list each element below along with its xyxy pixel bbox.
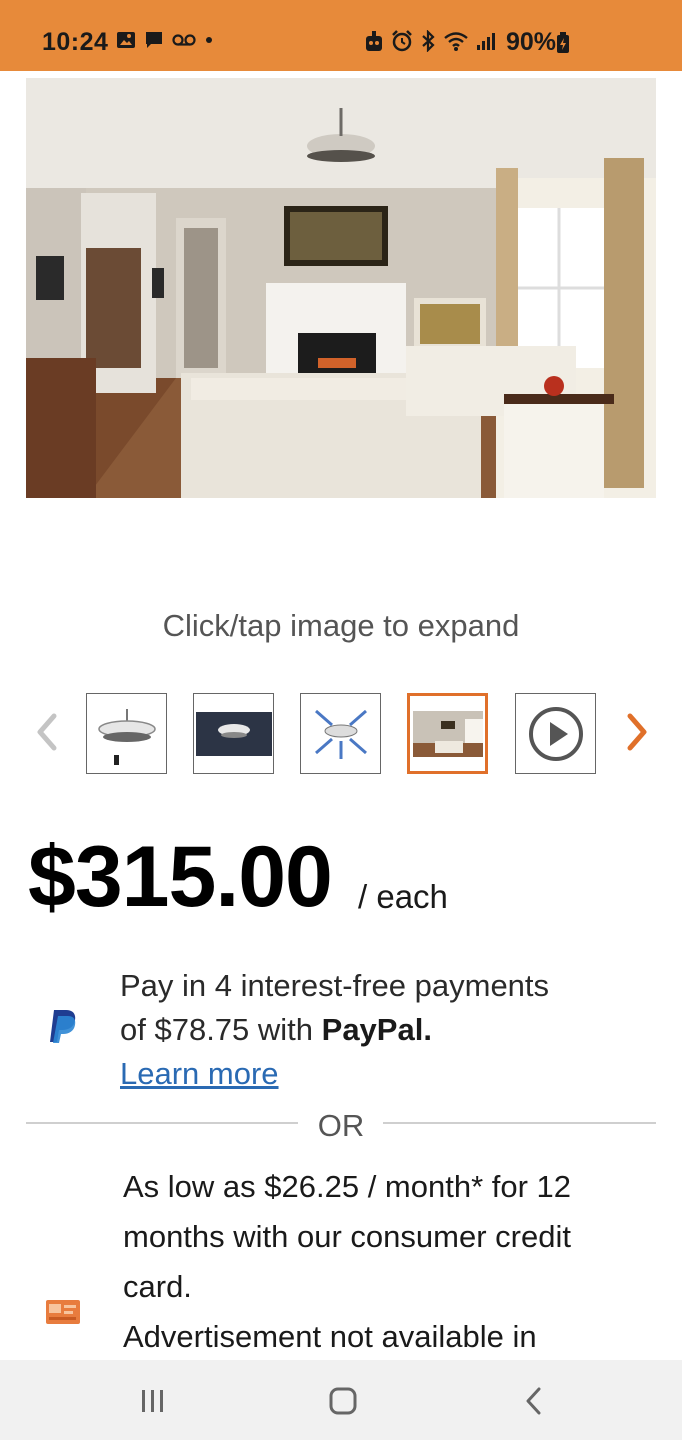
thumbnail-4[interactable]	[407, 693, 488, 774]
paypal-icon	[50, 1010, 76, 1043]
divider-line-right	[383, 1122, 656, 1124]
carousel-next-button[interactable]	[620, 710, 654, 754]
status-system-icons	[364, 30, 498, 52]
system-navigation-bar	[0, 1360, 682, 1440]
thumbnail-1[interactable]	[86, 693, 167, 774]
product-hero-image[interactable]	[26, 78, 656, 498]
credit-card-offer: As low as $26.25 / month* for 12 months …	[0, 1162, 682, 1362]
carousel-prev-button[interactable]	[30, 710, 64, 754]
fan-product-icon	[97, 708, 156, 765]
message-icon	[146, 32, 162, 48]
or-label: OR	[317, 1108, 365, 1143]
home-icon	[329, 1387, 357, 1415]
battery-percent: 90%	[506, 28, 557, 56]
recent-apps-button[interactable]	[133, 1384, 173, 1418]
credit-offer-text: As low as $26.25 / month* for 12 months …	[123, 1162, 643, 1362]
living-room-scene-image	[26, 78, 656, 498]
thumbnail-3[interactable]	[300, 693, 381, 774]
price-unit: / each	[358, 878, 448, 915]
wifi-icon	[444, 32, 468, 51]
thumbnail-carousel	[0, 692, 682, 774]
status-notification-icons	[116, 30, 214, 50]
paypal-line-2: of $78.75 with PayPal.	[120, 1008, 660, 1052]
paypal-financing: Pay in 4 interest-free payments of $78.7…	[0, 960, 682, 1091]
paypal-line-1: Pay in 4 interest-free payments	[120, 968, 550, 1003]
signal-icon	[477, 33, 495, 50]
lock-robot-icon	[366, 31, 382, 51]
status-time: 10:24	[42, 28, 109, 56]
chevron-right-icon	[627, 713, 647, 751]
home-button[interactable]	[323, 1384, 363, 1418]
fan-ceiling-icon	[195, 711, 272, 756]
play-video-icon	[528, 706, 583, 761]
dot-icon	[206, 37, 212, 43]
chevron-left-icon	[37, 713, 57, 751]
credit-terms: As low as $26.25 / month* for 12 months …	[123, 1169, 572, 1304]
back-button[interactable]	[514, 1384, 554, 1418]
thumbnail-5[interactable]	[515, 693, 596, 774]
status-bar: 10:24 90%	[0, 0, 682, 71]
paypal-amount-text: of $78.75 with	[120, 1012, 322, 1047]
thumbnail-2[interactable]	[193, 693, 274, 774]
recents-icon	[142, 1390, 163, 1412]
expand-image-hint: Click/tap image to expand	[162, 608, 520, 643]
bluetooth-icon	[422, 30, 435, 52]
back-icon	[526, 1387, 541, 1415]
voicemail-icon	[172, 34, 196, 46]
paypal-brand: PayPal.	[321, 1012, 432, 1047]
room-scene-icon	[412, 710, 483, 757]
paypal-text: Pay in 4 interest-free payments of $78.7…	[120, 964, 660, 1096]
alarm-icon	[392, 30, 412, 52]
or-divider: OR	[26, 1106, 656, 1146]
learn-more-link[interactable]: Learn more	[120, 1052, 279, 1096]
fan-airflow-icon	[314, 709, 367, 759]
product-price: $315.00	[28, 829, 333, 925]
gallery-icon	[117, 32, 135, 48]
battery-charging-icon	[557, 32, 569, 53]
credit-card-icon	[46, 1300, 80, 1324]
credit-disclaimer: Advertisement not available in	[123, 1319, 537, 1354]
price-row: $315.00 / each	[28, 828, 668, 928]
